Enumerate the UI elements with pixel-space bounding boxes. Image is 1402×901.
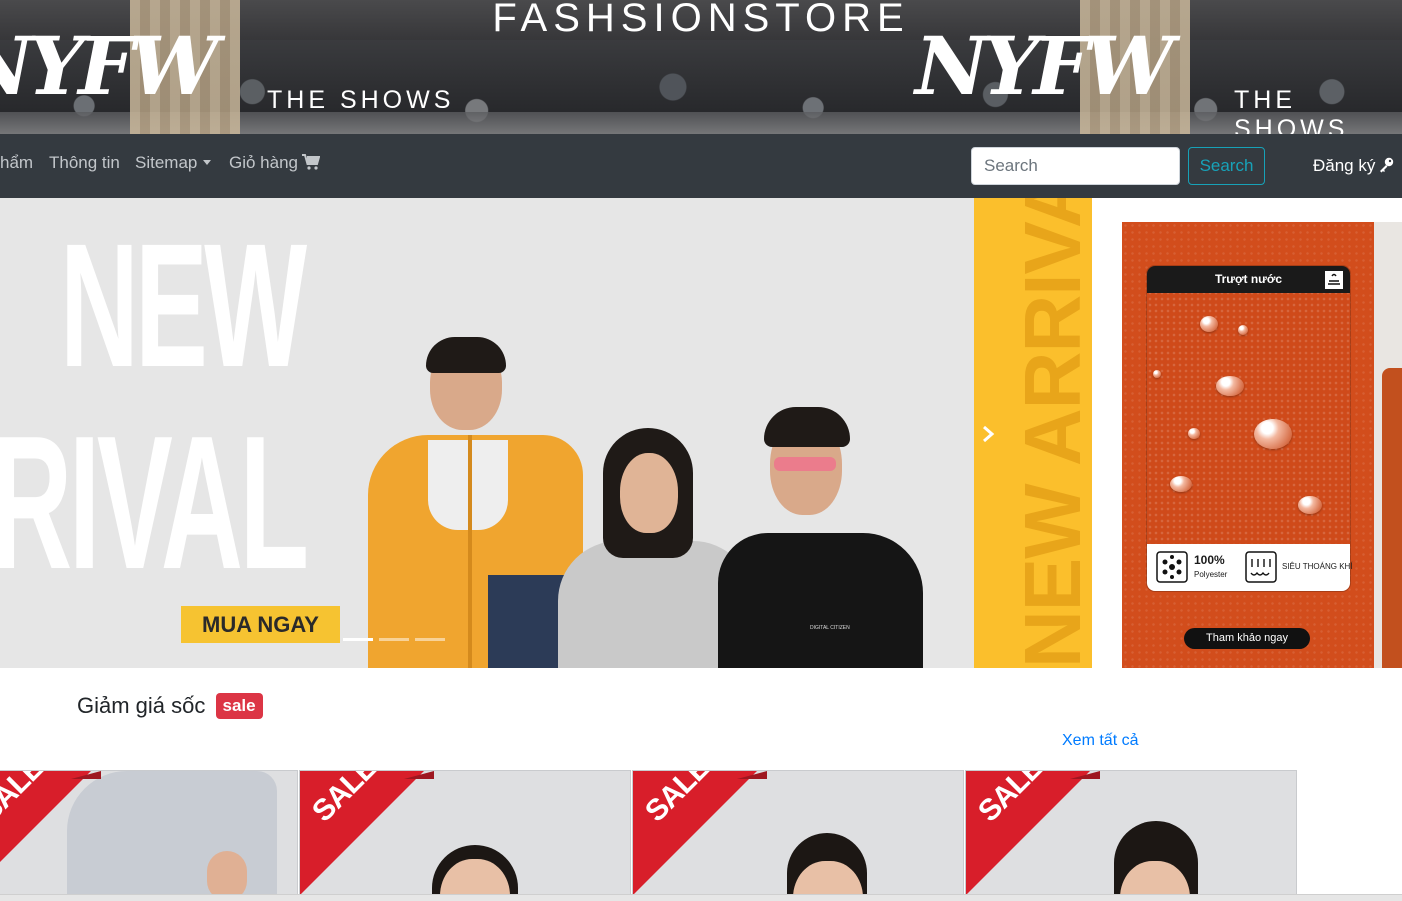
- polyester-fabric-icon: [1156, 551, 1188, 583]
- nyfw-logo-left: NYFW: [0, 19, 219, 113]
- water-drop: [1200, 316, 1218, 332]
- water-drop: [1188, 428, 1200, 439]
- nav-info-label: Thông tin: [49, 153, 120, 172]
- sale-ribbon-fold: [404, 771, 434, 779]
- promo-material-percent: 100%: [1194, 553, 1225, 567]
- nav-sitemap-dropdown[interactable]: Sitemap: [135, 152, 212, 174]
- nav-products[interactable]: hẩm: [0, 152, 33, 174]
- product-image-hand: [207, 851, 247, 899]
- carousel-next-icon[interactable]: [978, 424, 998, 444]
- nav-info[interactable]: Thông tin: [49, 152, 120, 174]
- nav-cart-label: Giỏ hàng: [229, 153, 298, 172]
- sale-ribbon-fold: [1070, 771, 1100, 779]
- section-title-text: Giảm giá sốc: [77, 693, 206, 718]
- logo-subtitle-left: THE SHOWS: [267, 86, 455, 114]
- sale-badge: sale: [215, 693, 263, 719]
- caret-down-icon: [203, 160, 212, 165]
- product-card[interactable]: SALE: [965, 770, 1297, 900]
- breathable-icon: [1245, 551, 1277, 583]
- new-arrival-vertical-text: NEW ARRIVAL: [1008, 198, 1092, 668]
- hero-headline-new: NEW: [60, 208, 307, 404]
- nyfw-logo-right: NYFW: [915, 19, 1174, 113]
- water-drop: [1153, 370, 1161, 378]
- register-label: Đăng ký: [1313, 156, 1376, 175]
- carousel-indicator-1[interactable]: [343, 638, 373, 641]
- product-card[interactable]: SALE: [0, 770, 298, 900]
- search-input[interactable]: [971, 147, 1180, 185]
- buy-now-button[interactable]: MUA NGAY: [181, 606, 340, 643]
- sunglasses: [774, 457, 836, 471]
- promo-feature-label: SIÊU THOÁNG KHÍ: [1282, 562, 1353, 571]
- view-all-link[interactable]: Xem tất cả: [1062, 732, 1138, 750]
- carousel-indicator-3[interactable]: [415, 638, 445, 641]
- nav-sitemap-label: Sitemap: [135, 153, 198, 172]
- water-drop: [1238, 325, 1248, 335]
- promo-material-name: Polyester: [1194, 570, 1228, 579]
- key-icon: [1380, 157, 1394, 173]
- product-card[interactable]: SALE: [632, 770, 964, 900]
- product-card[interactable]: SALE: [299, 770, 631, 900]
- nav-products-label: hẩm: [0, 153, 34, 172]
- water-drop: [1254, 419, 1292, 449]
- water-repellent-icon: [1325, 271, 1343, 289]
- sale-ribbon-fold: [71, 771, 101, 779]
- water-drop: [1298, 496, 1322, 514]
- section-title-flash-sale: Giảm giá sốc sale: [77, 693, 263, 719]
- hero-headline-rival: RIVAL: [0, 397, 309, 609]
- water-drop: [1170, 476, 1192, 492]
- promo-learn-more-button[interactable]: Tham khảo ngay: [1184, 628, 1310, 649]
- tshirt-print: DIGITAL CITIZEN: [810, 625, 850, 631]
- register-link[interactable]: Đăng ký: [1313, 156, 1394, 176]
- promo-peek-model: [1382, 368, 1402, 668]
- water-drop: [1216, 376, 1244, 396]
- nav-cart[interactable]: Giỏ hàng: [229, 152, 320, 174]
- carousel-indicators: [343, 638, 445, 641]
- sale-ribbon-fold: [737, 771, 767, 779]
- shopping-cart-icon: [302, 154, 320, 170]
- promo-card: [1147, 266, 1350, 591]
- promo-header: Trượt nước: [1147, 266, 1350, 293]
- carousel-indicator-2[interactable]: [379, 638, 409, 641]
- search-button[interactable]: Search: [1188, 147, 1265, 185]
